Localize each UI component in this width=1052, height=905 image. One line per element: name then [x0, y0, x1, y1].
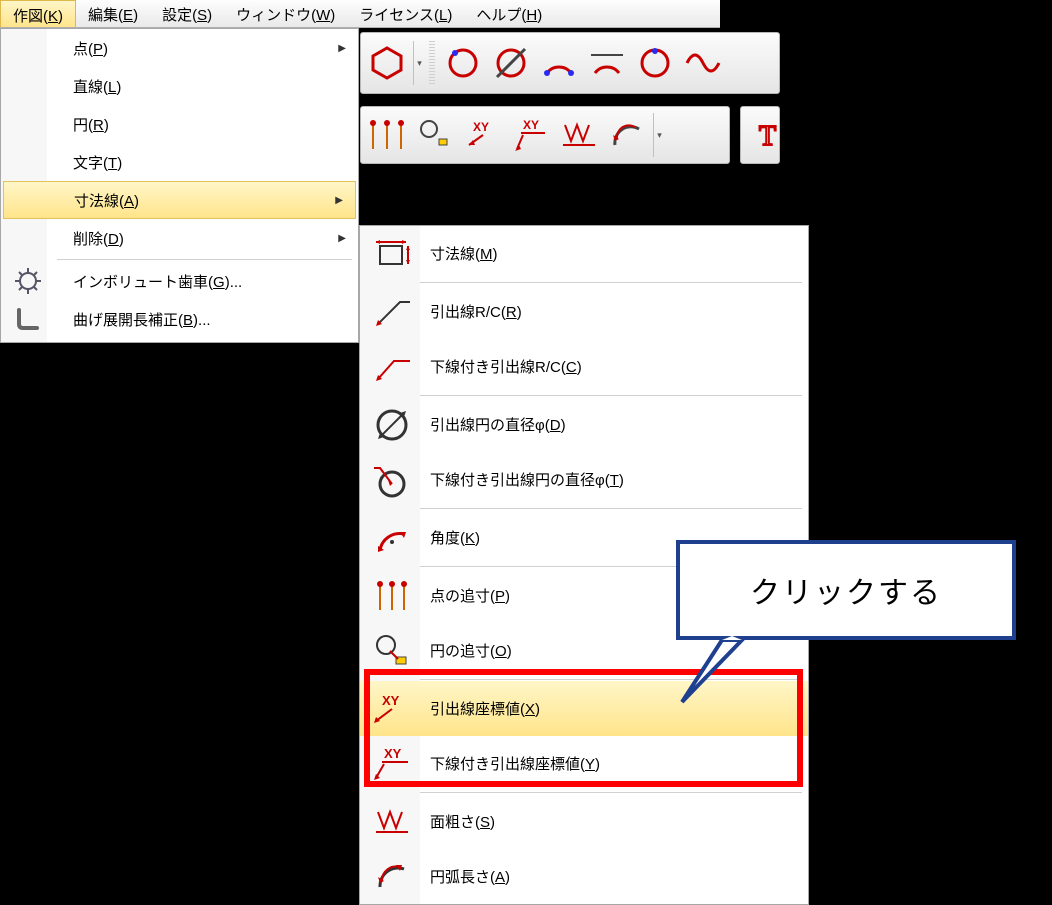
menu-item-delete[interactable]: 削除(D) — [1, 219, 358, 257]
point-dim-icon — [370, 574, 414, 618]
menu-item-circle[interactable]: 円(R) — [1, 105, 358, 143]
menu-item-bend-correction[interactable]: 曲げ展開長補正(B)... — [1, 300, 358, 338]
submenu-leader-coordinate-underline[interactable]: XY 下線付き引出線座標値(Y) — [360, 736, 808, 791]
submenu-diameter[interactable]: 引出線円の直径φ(D) — [360, 397, 808, 452]
menu-item-involute-gear[interactable]: インボリュート歯車(G)... — [1, 262, 358, 300]
submenu-leader-rc[interactable]: 引出線R/C(R) — [360, 284, 808, 339]
menu-separator — [57, 259, 352, 260]
circle-point-icon[interactable] — [441, 41, 485, 85]
toolbar-shapes: ▾ — [360, 32, 780, 94]
svg-text:XY: XY — [523, 118, 539, 132]
callout-text: クリックする — [750, 568, 942, 612]
menubar: 作図(K) 編集(E) 設定(S) ウィンドウ(W) ライセンス(L) ヘルプ(… — [0, 0, 720, 28]
angle-icon — [370, 516, 414, 560]
diameter-icon — [370, 403, 414, 447]
menu-license[interactable]: ライセンス(L) — [347, 0, 464, 27]
draw-menu-flyout: 点(P) 直線(L) 円(R) 文字(T) 寸法線(A) 削除(D) インボリュ… — [0, 28, 359, 343]
svg-text:XY: XY — [382, 693, 400, 708]
gear-icon — [13, 266, 43, 296]
svg-text:XY: XY — [384, 746, 402, 761]
submenu-leader-rc-underline[interactable]: 下線付き引出線R/C(C) — [360, 339, 808, 394]
xy-leader-toolbar-icon[interactable]: XY — [461, 113, 505, 157]
toolbar-dims: XY XY ▾ — [360, 106, 730, 164]
menu-item-line[interactable]: 直線(L) — [1, 67, 358, 105]
menu-item-dimension[interactable]: 寸法線(A) — [3, 181, 356, 219]
submenu-dimension-line[interactable]: 寸法線(M) — [360, 226, 808, 281]
toolbar-grip[interactable] — [429, 41, 435, 85]
xy-leader-underline-icon: XY — [370, 742, 414, 786]
hexagon-icon[interactable] — [365, 41, 409, 85]
wave-icon[interactable] — [681, 41, 725, 85]
submenu-diameter-underline[interactable]: 下線付き引出線円の直径φ(T) — [360, 452, 808, 507]
dim-box-icon — [370, 232, 414, 276]
xy-leader-underline-toolbar-icon[interactable]: XY — [509, 113, 553, 157]
menu-window[interactable]: ウィンドウ(W) — [224, 0, 347, 27]
leader-underline-icon — [370, 345, 414, 389]
text-icon[interactable]: T — [751, 113, 791, 157]
bend-icon — [13, 304, 43, 334]
svg-text:T: T — [759, 121, 776, 152]
roughness-icon — [370, 800, 414, 844]
roughness-toolbar-icon[interactable] — [557, 113, 601, 157]
menu-item-point[interactable]: 点(P) — [1, 29, 358, 67]
circle-dim-icon — [370, 629, 414, 673]
submenu-roughness[interactable]: 面粗さ(S) — [360, 794, 808, 849]
svg-text:XY: XY — [473, 120, 489, 134]
menu-item-text[interactable]: 文字(T) — [1, 143, 358, 181]
toolbar2-overflow[interactable]: ▾ — [653, 113, 665, 157]
menu-settings[interactable]: 設定(S) — [150, 0, 224, 27]
point-dim-toolbar-icon[interactable] — [365, 113, 409, 157]
arc-2pt-icon[interactable] — [537, 41, 581, 85]
circle-dim-toolbar-icon[interactable] — [413, 113, 457, 157]
circle-center-icon[interactable] — [633, 41, 677, 85]
toolbar-text: T — [740, 106, 780, 164]
menu-draw[interactable]: 作図(K) — [0, 0, 76, 27]
arc-tangent-icon[interactable] — [585, 41, 629, 85]
toolbar-overflow[interactable]: ▾ — [413, 41, 425, 85]
xy-leader-icon: XY — [370, 687, 414, 731]
diameter-underline-icon — [370, 458, 414, 502]
menu-help[interactable]: ヘルプ(H) — [464, 0, 554, 27]
menu-edit[interactable]: 編集(E) — [76, 0, 150, 27]
submenu-arc-length[interactable]: 円弧長さ(A) — [360, 849, 808, 904]
arclen-toolbar-icon[interactable] — [605, 113, 649, 157]
leader-icon — [370, 290, 414, 334]
callout-label: クリックする — [676, 540, 1016, 640]
slash-circle-icon[interactable] — [489, 41, 533, 85]
arclen-icon — [370, 855, 414, 899]
